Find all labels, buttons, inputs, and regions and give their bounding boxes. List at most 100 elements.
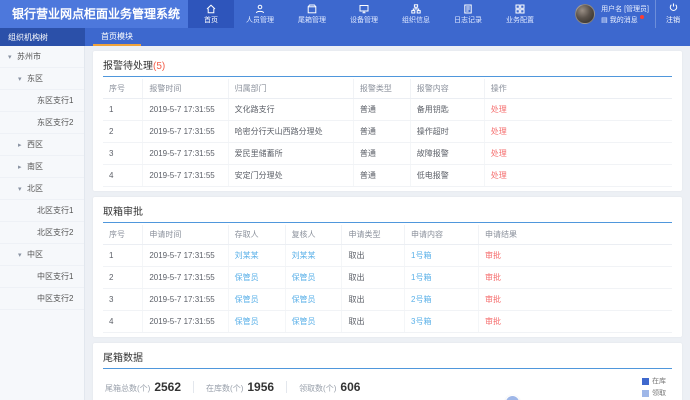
table-row: 32019-5-7 17:31:55保管员保管员取出2号箱审批 bbox=[103, 289, 672, 311]
action-link[interactable]: 审批 bbox=[479, 267, 673, 289]
staff-icon bbox=[255, 3, 265, 14]
tree-item[interactable]: 中区支行2 bbox=[0, 288, 84, 310]
action-link[interactable]: 审批 bbox=[479, 245, 673, 267]
nav-item-home[interactable]: 首页 bbox=[188, 0, 234, 28]
cell: 2019-5-7 17:31:55 bbox=[143, 99, 228, 121]
app-title: 银行营业网点柜面业务管理系统 bbox=[0, 0, 188, 28]
alarm-table: 序号报警时间归属部门报警类型报警内容操作12019-5-7 17:31:55文化… bbox=[103, 79, 672, 187]
tree-item[interactable]: ▾东区 bbox=[0, 68, 84, 90]
avatar[interactable] bbox=[575, 4, 595, 24]
nav-item-device[interactable]: 设备管理 bbox=[338, 0, 390, 28]
detail-link[interactable]: 保管员 bbox=[228, 267, 285, 289]
column-header: 操作 bbox=[484, 79, 672, 99]
divider bbox=[286, 381, 287, 393]
nav-item-org[interactable]: 组织信息 bbox=[390, 0, 442, 28]
column-header: 序号 bbox=[103, 225, 143, 245]
tree-item-label: 中区支行1 bbox=[37, 271, 73, 282]
tab-home-module[interactable]: 首页模块 bbox=[93, 28, 141, 46]
nav-item-log[interactable]: 日志记录 bbox=[442, 0, 494, 28]
nav-item-label: 组织信息 bbox=[402, 15, 430, 25]
tree-item-label: 苏州市 bbox=[17, 51, 41, 62]
alarm-title-text: 报警待处理 bbox=[103, 61, 153, 72]
sidebar-header: 组织机构树 bbox=[0, 28, 85, 46]
table-row: 22019-5-7 17:31:55保管员保管员取出1号箱审批 bbox=[103, 267, 672, 289]
logout-label: 注销 bbox=[666, 15, 680, 25]
action-link[interactable]: 处理 bbox=[484, 99, 672, 121]
detail-link[interactable]: 保管员 bbox=[285, 289, 342, 311]
tree-item-label: 北区支行2 bbox=[37, 227, 73, 238]
stat-item: 在库数(个) 1956 bbox=[206, 380, 274, 394]
column-header: 归属部门 bbox=[228, 79, 353, 99]
column-header: 申请类型 bbox=[342, 225, 405, 245]
action-link[interactable]: 审批 bbox=[479, 289, 673, 311]
tree-item[interactable]: ▸南区 bbox=[0, 156, 84, 178]
detail-link[interactable]: 保管员 bbox=[285, 267, 342, 289]
cell: 取出 bbox=[342, 289, 405, 311]
notification-dot bbox=[640, 15, 644, 19]
messages-link[interactable]: ▤ 我的消息 bbox=[601, 15, 649, 25]
tree-item[interactable]: ▸西区 bbox=[0, 134, 84, 156]
action-link[interactable]: 处理 bbox=[484, 143, 672, 165]
cell: 2 bbox=[103, 267, 143, 289]
action-link[interactable]: 审批 bbox=[479, 311, 673, 333]
table-row: 12019-5-7 17:31:55文化路支行普通备用钥匙处理 bbox=[103, 99, 672, 121]
column-header: 报警内容 bbox=[410, 79, 484, 99]
stat-value: 2562 bbox=[154, 380, 181, 394]
detail-link[interactable]: 刘某某 bbox=[228, 245, 285, 267]
tree-item[interactable]: 北区支行1 bbox=[0, 200, 84, 222]
nav-item-tailbox[interactable]: 尾箱管理 bbox=[286, 0, 338, 28]
nav-item-staff[interactable]: 人员管理 bbox=[234, 0, 286, 28]
message-icon: ▤ bbox=[601, 16, 608, 24]
detail-link[interactable]: 刘某某 bbox=[285, 245, 342, 267]
tree-item-label: 东区支行1 bbox=[37, 95, 73, 106]
column-header: 报警类型 bbox=[353, 79, 410, 99]
detail-link[interactable]: 保管员 bbox=[228, 289, 285, 311]
tree-item[interactable]: ▾中区 bbox=[0, 244, 84, 266]
column-header: 申请内容 bbox=[405, 225, 479, 245]
nav-item-config[interactable]: 业务配置 bbox=[494, 0, 546, 28]
approval-title-text: 取箱审批 bbox=[103, 207, 143, 218]
table-row: 12019-5-7 17:31:55刘某某刘某某取出1号箱审批 bbox=[103, 245, 672, 267]
detail-link[interactable]: 1号箱 bbox=[405, 267, 479, 289]
tree-item[interactable]: ▾苏州市 bbox=[0, 46, 84, 68]
cell: 2019-5-7 17:31:55 bbox=[143, 121, 228, 143]
power-icon bbox=[669, 3, 678, 14]
detail-link[interactable]: 1号箱 bbox=[405, 245, 479, 267]
chevron-down-icon: ▾ bbox=[18, 251, 27, 259]
tree-item[interactable]: 北区支行2 bbox=[0, 222, 84, 244]
nav-item-label: 人员管理 bbox=[246, 15, 274, 25]
table-row: 42019-5-7 17:31:55保管员保管员取出3号箱审批 bbox=[103, 311, 672, 333]
tailbox-stats: 尾箱总数(个)2562在库数(个)1956领取数(个)606在库领取 bbox=[105, 376, 672, 398]
action-link[interactable]: 处理 bbox=[484, 121, 672, 143]
secondary-bar: 组织机构树 首页模块 bbox=[0, 28, 690, 46]
log-icon bbox=[463, 3, 473, 14]
cell: 2019-5-7 17:31:55 bbox=[143, 267, 228, 289]
column-header: 存取人 bbox=[228, 225, 285, 245]
chevron-down-icon: ▾ bbox=[18, 75, 27, 83]
column-header: 申请结果 bbox=[479, 225, 673, 245]
stat-value: 1956 bbox=[247, 380, 274, 394]
cell: 普通 bbox=[353, 143, 410, 165]
tree-item[interactable]: ▾北区 bbox=[0, 178, 84, 200]
detail-link[interactable]: 保管员 bbox=[285, 311, 342, 333]
nav-item-label: 首页 bbox=[204, 15, 218, 25]
detail-link[interactable]: 3号箱 bbox=[405, 311, 479, 333]
detail-link[interactable]: 2号箱 bbox=[405, 289, 479, 311]
cell: 低电报警 bbox=[410, 165, 484, 187]
chevron-right-icon: ▸ bbox=[18, 141, 27, 149]
logout-button[interactable]: 注销 bbox=[655, 0, 690, 28]
cell: 1 bbox=[103, 99, 143, 121]
tree-item[interactable]: 中区支行1 bbox=[0, 266, 84, 288]
messages-label: 我的消息 bbox=[610, 15, 638, 25]
nav-item-label: 业务配置 bbox=[506, 15, 534, 25]
tree-item[interactable]: 东区支行2 bbox=[0, 112, 84, 134]
cell: 爱民里储蓄所 bbox=[228, 143, 353, 165]
legend-item[interactable]: 领取 bbox=[642, 388, 666, 398]
stat-label: 在库数(个) bbox=[206, 383, 243, 394]
detail-link[interactable]: 保管员 bbox=[228, 311, 285, 333]
legend-swatch bbox=[642, 390, 649, 397]
action-link[interactable]: 处理 bbox=[484, 165, 672, 187]
legend-item[interactable]: 在库 bbox=[642, 376, 666, 386]
stat-item: 领取数(个)606 bbox=[299, 380, 360, 394]
tree-item[interactable]: 东区支行1 bbox=[0, 90, 84, 112]
